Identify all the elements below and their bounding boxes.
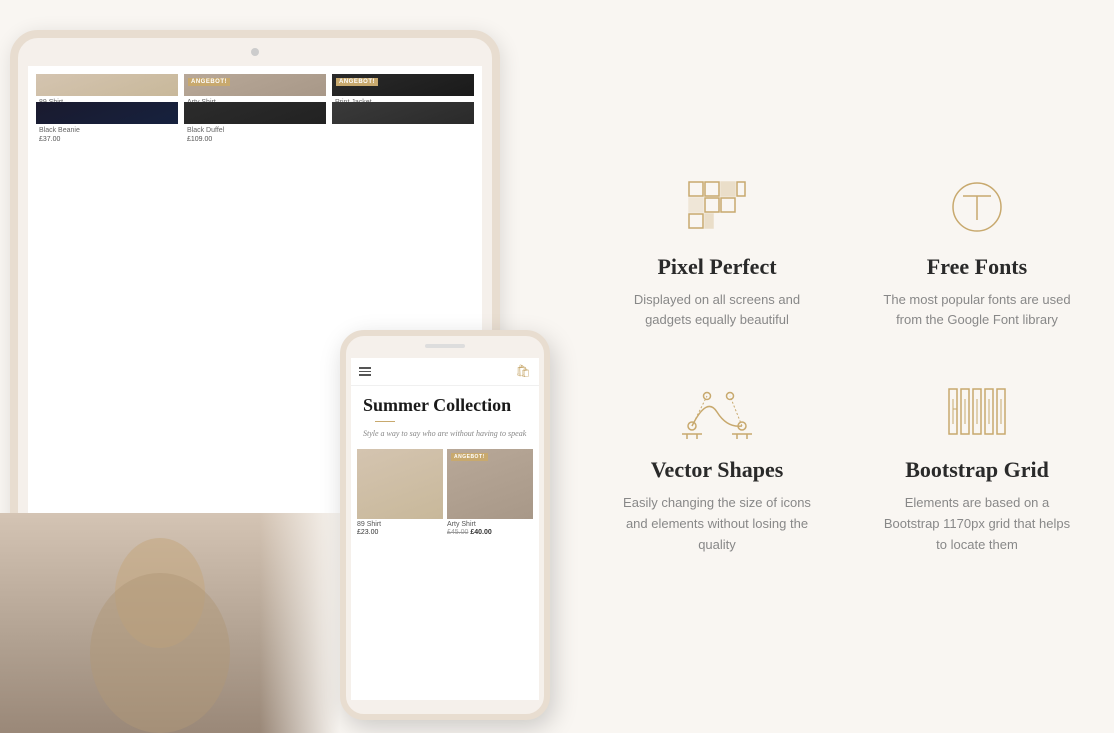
features-grid: Pixel Perfect Displayed on all screens a…: [617, 178, 1077, 556]
tablet-camera: [251, 48, 259, 56]
free-fonts-svg: [947, 180, 1007, 235]
font-icon: [942, 178, 1012, 238]
hero-subtitle: Style a way to say who are without havin…: [363, 428, 527, 439]
tablet-product-grid: 89 Shirt £23.50 ANGEBOT! Arty Shirt £45.…: [28, 66, 482, 132]
product-image: [184, 102, 326, 124]
list-item: ANGEBOT! Arty Shirt £45.00 £40.00: [184, 74, 326, 96]
product-image: [36, 74, 178, 96]
feature-vector-shapes: Vector Shapes Easily changing the size o…: [617, 381, 817, 555]
product-price: [332, 128, 474, 132]
badge: ANGEBOT!: [451, 453, 488, 461]
hero-title: Summer Collection: [363, 396, 527, 416]
list-item: Black Duffel £109.00: [184, 102, 326, 124]
list-item: 89 Shirt £23.50: [36, 74, 178, 96]
bootstrap-grid-svg: [947, 384, 1007, 439]
hero-divider: [375, 421, 395, 422]
product-name: Black Beanie: [36, 124, 178, 135]
list-item: ANGEBOT! Print Jacket £136.00: [332, 74, 474, 96]
feature-title: Free Fonts: [927, 254, 1027, 280]
phone-product-grid: 89 Shirt £23.00 ANGEBOT! Arty Shirt £45.…: [351, 445, 539, 540]
list-item: 89 Shirt £23.00: [357, 449, 443, 536]
product-image: ANGEBOT!: [447, 449, 533, 519]
grid-lines-icon: [942, 381, 1012, 441]
product-name: Arty Shirt: [447, 519, 533, 529]
feature-desc: Displayed on all screens and gadgets equ…: [617, 290, 817, 332]
feature-title: Vector Shapes: [651, 457, 784, 483]
left-section: 89 Shirt £23.50 ANGEBOT! Arty Shirt £45.…: [0, 0, 580, 733]
product-image: [357, 449, 443, 519]
feature-title: Bootstrap Grid: [905, 457, 1049, 483]
product-image: [36, 102, 178, 124]
feature-desc: Elements are based on a Bootstrap 1170px…: [877, 493, 1077, 555]
bag-icon: 🛍: [516, 364, 531, 379]
feature-desc: Easily changing the size of icons and el…: [617, 493, 817, 555]
pixel-perfect-svg: [687, 180, 747, 235]
feature-title: Pixel Perfect: [657, 254, 776, 280]
phone-screen: 🛍 Summer Collection Style a way to say w…: [351, 358, 539, 700]
product-price: £45.00 £40.00: [447, 529, 533, 536]
hamburger-icon: [359, 367, 371, 376]
feature-bootstrap-grid: Bootstrap Grid Elements are based on a B…: [877, 381, 1077, 555]
product-image: ANGEBOT!: [184, 74, 326, 96]
feature-desc: The most popular fonts are used from the…: [877, 290, 1077, 332]
product-name: Black Duffel: [184, 124, 326, 135]
phone-camera: [425, 344, 465, 348]
grid-icon: [682, 178, 752, 238]
feature-pixel-perfect: Pixel Perfect Displayed on all screens a…: [617, 178, 817, 332]
list-item: ANGEBOT! Arty Shirt £45.00 £40.00: [447, 449, 533, 536]
phone-hero: Summer Collection Style a way to say who…: [351, 386, 539, 445]
vector-icon: [682, 381, 752, 441]
portrait-image: [0, 513, 340, 733]
right-section: Pixel Perfect Displayed on all screens a…: [580, 0, 1114, 733]
vector-shapes-svg: [682, 384, 752, 439]
feature-free-fonts: Free Fonts The most popular fonts are us…: [877, 178, 1077, 332]
product-price: £37.00: [36, 135, 178, 146]
phone-header: 🛍: [351, 358, 539, 386]
product-price: £23.00: [357, 529, 443, 536]
product-price: £109.00: [184, 135, 326, 146]
list-item: [332, 102, 474, 124]
list-item: Black Beanie £37.00: [36, 102, 178, 124]
product-image: [332, 102, 474, 124]
badge: ANGEBOT!: [188, 78, 230, 86]
product-image: ANGEBOT!: [332, 74, 474, 96]
badge: ANGEBOT!: [336, 78, 378, 86]
portrait-svg: [0, 513, 340, 733]
product-name: 89 Shirt: [357, 519, 443, 529]
phone-mockup: 🛍 Summer Collection Style a way to say w…: [340, 330, 550, 720]
